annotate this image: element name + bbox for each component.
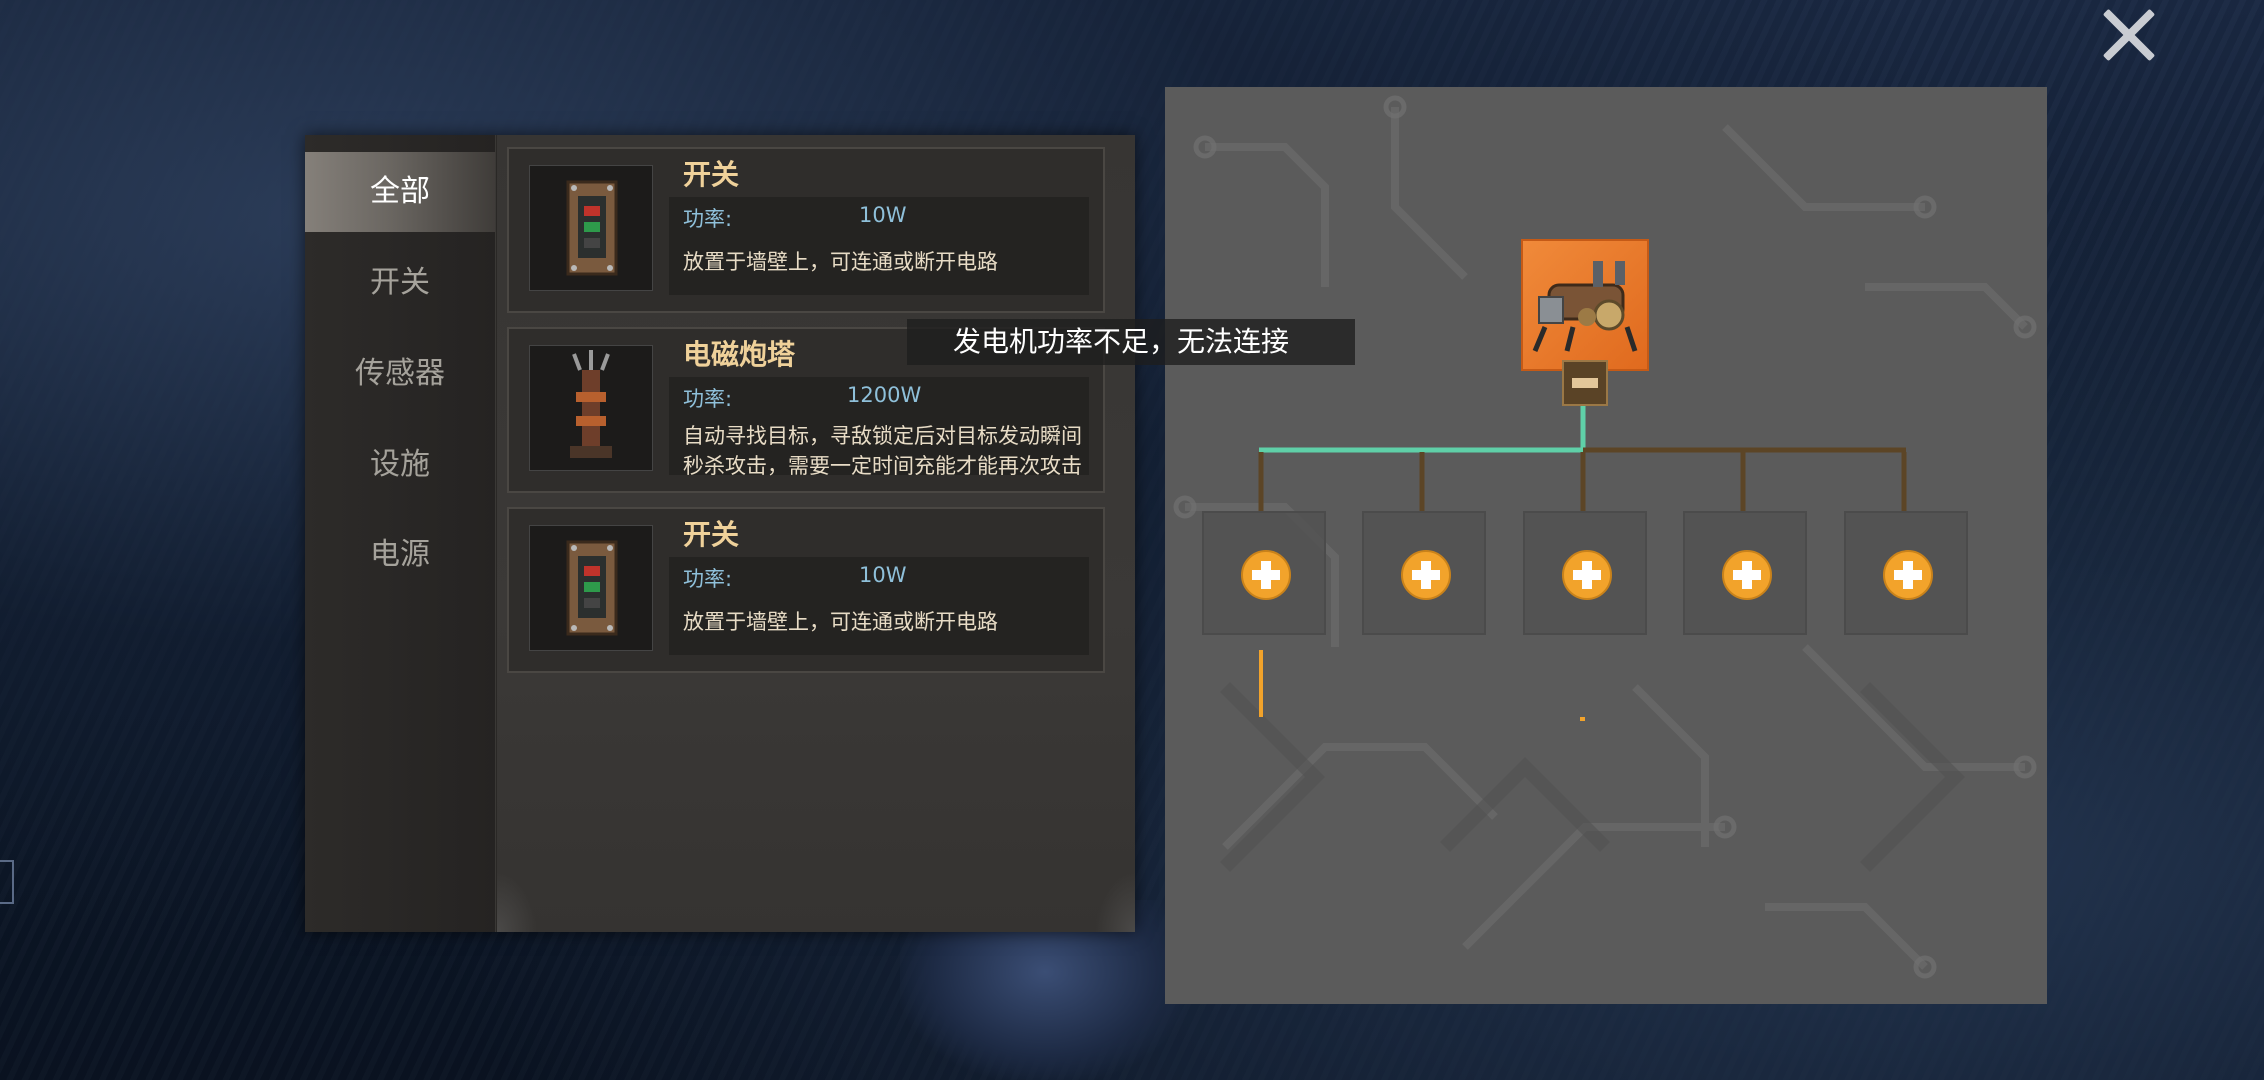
component-name: 开关 — [683, 518, 740, 551]
category-all[interactable]: 全部 — [305, 152, 495, 232]
add-icon — [1241, 550, 1291, 600]
add-icon — [1722, 550, 1772, 600]
power-label: 功率: — [683, 387, 733, 411]
component-description: 放置于墙壁上，可连通或断开电路 — [683, 610, 998, 634]
add-icon — [1401, 550, 1451, 600]
component-description: 自动寻找目标，寻敌锁定后对目标发动瞬间秒杀攻击，需要一定时间充能才能再次攻击 — [683, 424, 1082, 478]
circuit-board-panel — [1165, 87, 2047, 1004]
circuit-slot-4[interactable] — [1683, 511, 1807, 635]
list-corner-glow — [497, 872, 537, 932]
switch-panel-icon — [529, 525, 653, 651]
generator-icon[interactable] — [1521, 239, 1649, 371]
list-corner-glow — [1095, 872, 1135, 932]
power-value: 10W — [859, 203, 907, 227]
component-name: 开关 — [683, 158, 740, 191]
circuit-slot-2[interactable] — [1362, 511, 1486, 635]
component-list[interactable]: 开关 功率: 10W 放置于墙壁上，可连通或断开电路 电磁炮塔 功率: 1200… — [497, 135, 1135, 932]
power-value: 10W — [859, 563, 907, 587]
circuit-slot-3[interactable] — [1523, 511, 1647, 635]
disconnect-button[interactable] — [1562, 360, 1608, 406]
emp-turret-icon — [529, 345, 653, 471]
component-name: 电磁炮塔 — [683, 338, 796, 371]
component-card-switch[interactable]: 开关 功率: 10W 放置于墙壁上，可连通或断开电路 — [507, 147, 1105, 313]
power-label: 功率: — [683, 567, 733, 591]
component-card-switch[interactable]: 开关 功率: 10W 放置于墙壁上，可连通或断开电路 — [507, 507, 1105, 673]
circuit-slot-5[interactable] — [1844, 511, 1968, 635]
component-info: 功率: 10W 放置于墙壁上，可连通或断开电路 — [669, 557, 1089, 655]
power-value: 1200W — [847, 383, 922, 407]
component-panel: 全部 开关 传感器 设施 电源 开关 功率: 10W 放置于墙壁上，可连通或断开… — [305, 135, 1135, 932]
category-sensor[interactable]: 传感器 — [305, 334, 495, 414]
close-button[interactable] — [2094, 0, 2164, 70]
component-description: 放置于墙壁上，可连通或断开电路 — [683, 250, 998, 274]
add-icon — [1562, 550, 1612, 600]
component-info: 功率: 1200W 自动寻找目标，寻敌锁定后对目标发动瞬间秒杀攻击，需要一定时间… — [669, 377, 1089, 478]
circuit-slot-1[interactable] — [1202, 511, 1326, 635]
category-power[interactable]: 电源 — [305, 515, 495, 595]
power-label: 功率: — [683, 207, 733, 231]
category-switch[interactable]: 开关 — [305, 243, 495, 323]
background-ledge — [0, 860, 14, 904]
category-facility[interactable]: 设施 — [305, 425, 495, 505]
toast-message: 发电机功率不足，无法连接 — [907, 319, 1355, 365]
category-sidebar: 全部 开关 传感器 设施 电源 — [305, 135, 496, 932]
component-info: 功率: 10W 放置于墙壁上，可连通或断开电路 — [669, 197, 1089, 295]
add-icon — [1883, 550, 1933, 600]
switch-panel-icon — [529, 165, 653, 291]
